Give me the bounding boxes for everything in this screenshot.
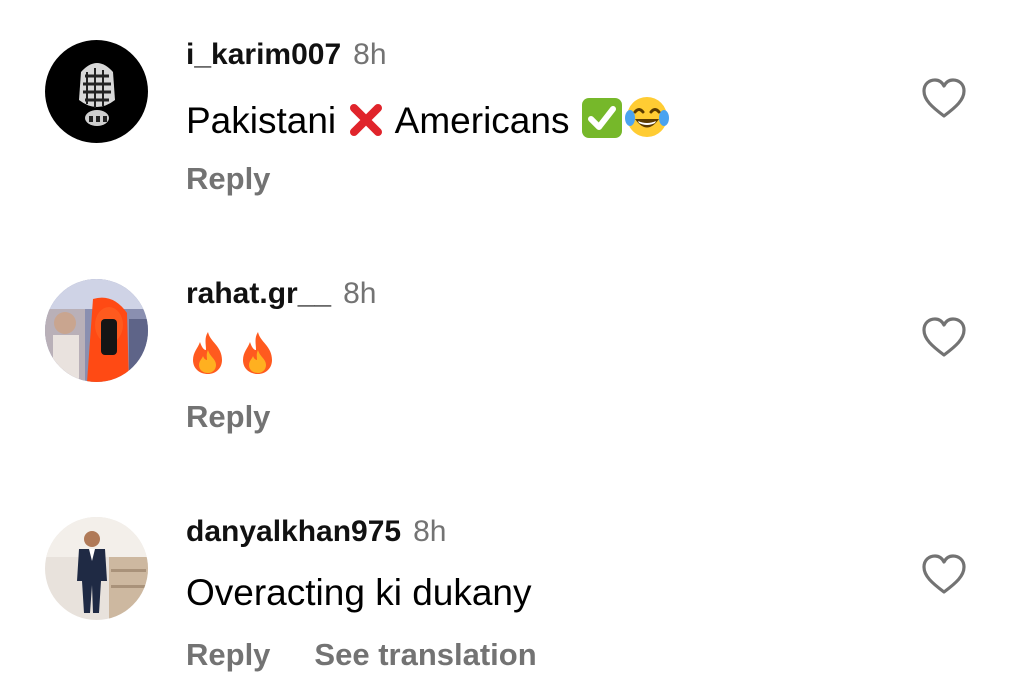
heart-outline-icon xyxy=(920,552,968,596)
timestamp: 8h xyxy=(413,515,447,548)
username[interactable]: danyalkhan975 xyxy=(186,515,401,548)
comment-item-3: danyalkhan975 8h Overacting ki dukany Rep… xyxy=(0,0,1024,685)
comment-text: Overacting ki dukany xyxy=(186,572,532,613)
reply-button[interactable]: Reply xyxy=(186,637,270,672)
see-translation-button[interactable]: See translation xyxy=(314,637,536,672)
avatar[interactable] xyxy=(45,517,148,620)
comment-header: danyalkhan975 8h xyxy=(186,514,447,550)
like-button[interactable] xyxy=(920,552,968,596)
comment-actions: Reply See translation xyxy=(186,636,537,674)
